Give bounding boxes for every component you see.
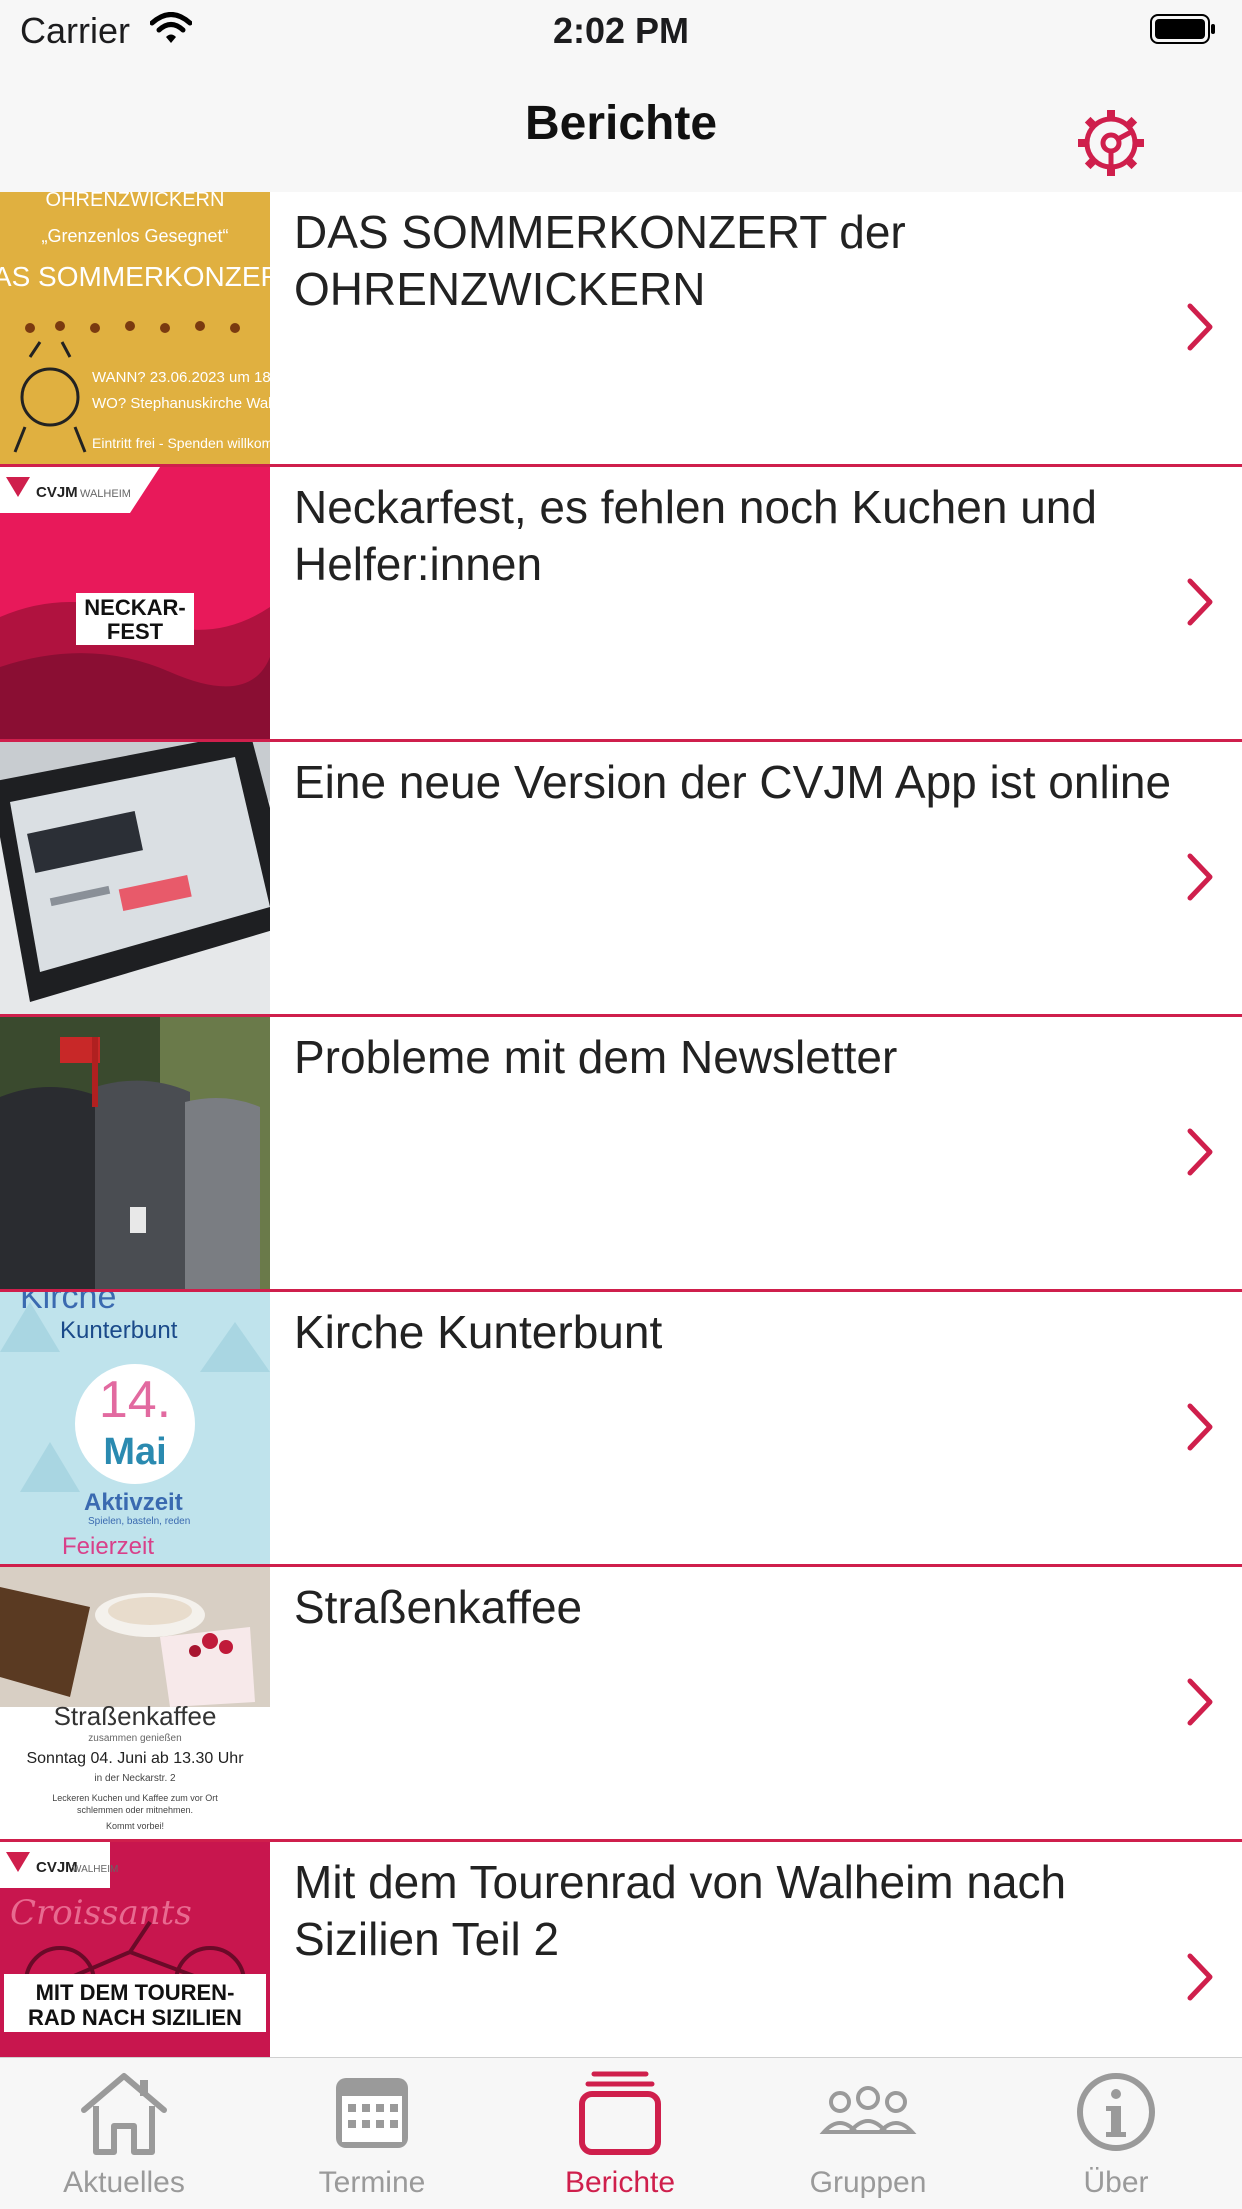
list-item[interactable]: Probleme mit dem Newsletter bbox=[0, 1017, 1242, 1292]
thumb-headline: Straßenkaffee bbox=[54, 1701, 217, 1731]
report-thumbnail: Straßenkaffee zusammen genießen Sonntag … bbox=[0, 1567, 270, 1839]
status-bar: Carrier 2:02 PM bbox=[0, 0, 1242, 62]
list-item[interactable]: OHRENZWICKERN „Grenzenlos Gesegnet“ DAS … bbox=[0, 192, 1242, 467]
list-item[interactable]: CVJM WALHEIM NECKAR- FEST Neckarfest, es… bbox=[0, 467, 1242, 742]
thumb-label2: FEST bbox=[107, 619, 164, 644]
report-thumbnail: Kirche Kunterbunt 14. Mai Aktivzeit Spie… bbox=[0, 1292, 270, 1564]
tab-berichte[interactable]: Berichte bbox=[496, 2058, 744, 2209]
thumb-sub: Kunterbunt bbox=[60, 1317, 178, 1344]
tab-label: Gruppen bbox=[809, 2166, 927, 2199]
navigation-bar: Berichte bbox=[0, 62, 1242, 193]
chevron-right-icon bbox=[1187, 853, 1213, 901]
info-icon bbox=[1077, 2073, 1155, 2151]
report-thumbnail: CVJM WALHEIM Croissants MIT DEM TOUREN- … bbox=[0, 1842, 270, 2057]
thumb-headline: Kirche bbox=[20, 1292, 116, 1316]
thumb-label1: MIT DEM TOUREN- bbox=[36, 1980, 235, 2005]
stack-icon bbox=[579, 2071, 661, 2155]
thumb-script: Croissants bbox=[10, 1893, 192, 1933]
report-title: Kirche Kunterbunt bbox=[294, 1306, 663, 1358]
report-title: DAS SOMMERKONZERT der OHRENZWICKERN bbox=[294, 206, 906, 315]
thumb-line1: WANN? 23.06.2023 um 18:30Uhr bbox=[92, 369, 270, 386]
report-title: Eine neue Version der CVJM App ist onlin… bbox=[294, 756, 1172, 808]
report-title: Probleme mit dem Newsletter bbox=[294, 1031, 898, 1083]
thumb-sub: zusammen genießen bbox=[88, 1733, 181, 1744]
report-thumbnail bbox=[0, 1017, 270, 1289]
report-title: Neckarfest, es fehlen noch Kuchen und He… bbox=[294, 481, 1097, 590]
report-title: Straßenkaffee bbox=[294, 1581, 583, 1633]
thumb-line3: Kommt vorbei! bbox=[106, 1821, 164, 1831]
thumb-line2: schlemmen oder mitnehmen. bbox=[77, 1805, 193, 1815]
list-item[interactable]: Straßenkaffee zusammen genießen Sonntag … bbox=[0, 1567, 1242, 1842]
gear-icon bbox=[1078, 110, 1144, 176]
thumb-logo-place: WALHEIM bbox=[72, 1864, 118, 1875]
thumb-line1: Leckeren Kuchen und Kaffee zum vor Ort bbox=[52, 1793, 218, 1803]
thumb-subtitle: „Grenzenlos Gesegnet“ bbox=[41, 226, 228, 246]
tab-termine[interactable]: Termine bbox=[248, 2058, 496, 2209]
chevron-right-icon bbox=[1187, 303, 1213, 351]
house-icon bbox=[81, 2073, 167, 2155]
thumb-line2: WO? Stephanuskirche Walheim bbox=[92, 395, 270, 412]
settings-button[interactable] bbox=[1076, 108, 1146, 178]
thumb-line3: Eintritt frei - Spenden willkommen bbox=[92, 435, 270, 451]
page-title: Berichte bbox=[524, 97, 718, 150]
chevron-right-icon bbox=[1187, 1403, 1213, 1451]
reports-list: OHRENZWICKERN „Grenzenlos Gesegnet“ DAS … bbox=[0, 192, 1242, 2057]
thumb-party: Feierzeit bbox=[62, 1533, 154, 1560]
thumb-header: OHRENZWICKERN bbox=[46, 192, 225, 211]
thumb-logo: CVJM bbox=[36, 484, 78, 501]
thumb-activity-sub: Spielen, basteln, reden bbox=[88, 1516, 190, 1527]
report-title: Mit dem Tourenrad von Walheim nach Sizil… bbox=[294, 1856, 1067, 1965]
thumb-headline: DAS SOMMERKONZERT bbox=[0, 261, 270, 292]
tab-gruppen[interactable]: Gruppen bbox=[744, 2058, 992, 2209]
thumb-label2: RAD NACH SIZILIEN bbox=[28, 2005, 242, 2030]
chevron-right-icon bbox=[1187, 578, 1213, 626]
list-item[interactable]: CVJM WALHEIM Croissants MIT DEM TOUREN- … bbox=[0, 1842, 1242, 2057]
people-icon bbox=[819, 2086, 917, 2134]
tab-label: Über bbox=[1083, 2166, 1149, 2199]
thumb-month: Mai bbox=[103, 1431, 166, 1473]
chevron-right-icon bbox=[1187, 1128, 1213, 1176]
thumb-label1: NECKAR- bbox=[84, 595, 185, 620]
tab-label: Termine bbox=[318, 2166, 426, 2199]
report-thumbnail: CVJM WALHEIM NECKAR- FEST bbox=[0, 467, 270, 739]
chevron-right-icon bbox=[1187, 1953, 1213, 2001]
report-thumbnail bbox=[0, 742, 270, 1014]
list-item[interactable]: Kirche Kunterbunt 14. Mai Aktivzeit Spie… bbox=[0, 1292, 1242, 1567]
list-item[interactable]: Eine neue Version der CVJM App ist onlin… bbox=[0, 742, 1242, 1017]
thumb-date: Sonntag 04. Juni ab 13.30 Uhr bbox=[26, 1750, 244, 1767]
tab-label: Aktuelles bbox=[63, 2166, 185, 2199]
chevron-right-icon bbox=[1187, 1678, 1213, 1726]
calendar-icon bbox=[336, 2078, 408, 2148]
thumb-place: in der Neckarstr. 2 bbox=[94, 1773, 176, 1784]
tab-label: Berichte bbox=[564, 2166, 676, 2199]
thumb-activity: Aktivzeit bbox=[84, 1489, 183, 1516]
tab-ueber[interactable]: Über bbox=[992, 2058, 1240, 2209]
tab-aktuelles[interactable]: Aktuelles bbox=[0, 2058, 248, 2209]
thumb-logo-place: WALHEIM bbox=[80, 488, 131, 500]
tab-bar: Aktuelles Termine Berichte Gruppen Über bbox=[0, 2057, 1242, 2209]
report-thumbnail: OHRENZWICKERN „Grenzenlos Gesegnet“ DAS … bbox=[0, 192, 270, 464]
status-time: 2:02 PM bbox=[552, 10, 690, 51]
battery-icon bbox=[1150, 14, 1216, 44]
thumb-day: 14. bbox=[99, 1371, 171, 1429]
